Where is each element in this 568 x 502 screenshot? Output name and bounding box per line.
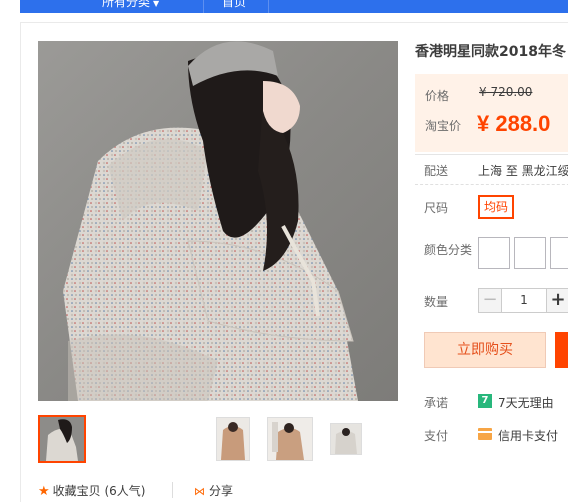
main-product-image[interactable]: [38, 41, 398, 401]
nav-all-categories[interactable]: 所有分类 ▼: [102, 0, 159, 10]
thumbnail-4[interactable]: [330, 423, 362, 455]
color-swatch[interactable]: [478, 237, 510, 269]
shipping-label: 配送: [424, 164, 449, 178]
taobao-price-label: 淘宝价: [425, 119, 462, 133]
favorite-label: 收藏宝贝 (6人气): [52, 484, 146, 498]
add-to-cart-button[interactable]: [555, 332, 568, 368]
promise-text[interactable]: 7天无理由: [498, 394, 554, 411]
thumbnail-strip: [38, 415, 398, 463]
original-price-label: 价格: [425, 89, 450, 103]
color-swatch[interactable]: [550, 237, 568, 269]
buy-now-button[interactable]: 立即购买: [424, 332, 546, 368]
credit-card-icon: [478, 428, 492, 440]
thumbnail-1[interactable]: [38, 415, 86, 463]
taobao-price: ¥ 288.0: [477, 111, 551, 136]
quantity-decrease-button[interactable]: −: [478, 288, 502, 313]
color-swatch[interactable]: [514, 237, 546, 269]
price-box: 价格 ¥ 720.00 淘宝价 ¥ 288.0: [415, 74, 568, 152]
nav-home[interactable]: 首页: [222, 0, 246, 10]
size-label: 尺码: [424, 201, 449, 215]
bow-icon: ⋈: [194, 485, 205, 498]
original-price: ¥ 720.00: [479, 85, 533, 99]
nav-divider: [268, 0, 269, 13]
product-title: 香港明星同款2018年冬: [415, 44, 566, 60]
promise-label: 承诺: [424, 396, 449, 410]
quantity-increase-button[interactable]: +: [546, 288, 568, 313]
star-icon: ★: [38, 484, 50, 499]
divider: [172, 482, 173, 498]
seven-day-return-icon: 7: [478, 394, 492, 408]
divider: [415, 184, 568, 185]
chevron-down-icon: ▼: [153, 0, 160, 8]
quantity-label: 数量: [424, 295, 449, 309]
thumbnail-2[interactable]: [216, 417, 250, 461]
share-button[interactable]: ⋈ 分享: [194, 482, 233, 500]
payment-text[interactable]: 信用卡支付: [498, 427, 558, 444]
nav-divider: [203, 0, 204, 13]
favorite-button[interactable]: ★ 收藏宝贝 (6人气): [38, 482, 145, 500]
color-label: 颜色分类: [424, 243, 473, 257]
payment-label: 支付: [424, 429, 449, 443]
top-nav: 所有分类 ▼ 首页: [0, 0, 568, 13]
nav-all-categories-label: 所有分类: [102, 0, 151, 9]
size-option[interactable]: 均码: [478, 195, 514, 219]
share-label: 分享: [209, 484, 234, 498]
thumbnail-3[interactable]: [267, 417, 313, 461]
shipping-destination[interactable]: 上海 至 黑龙江绥: [478, 162, 568, 179]
divider: [415, 154, 568, 155]
quantity-input[interactable]: 1: [502, 288, 546, 313]
